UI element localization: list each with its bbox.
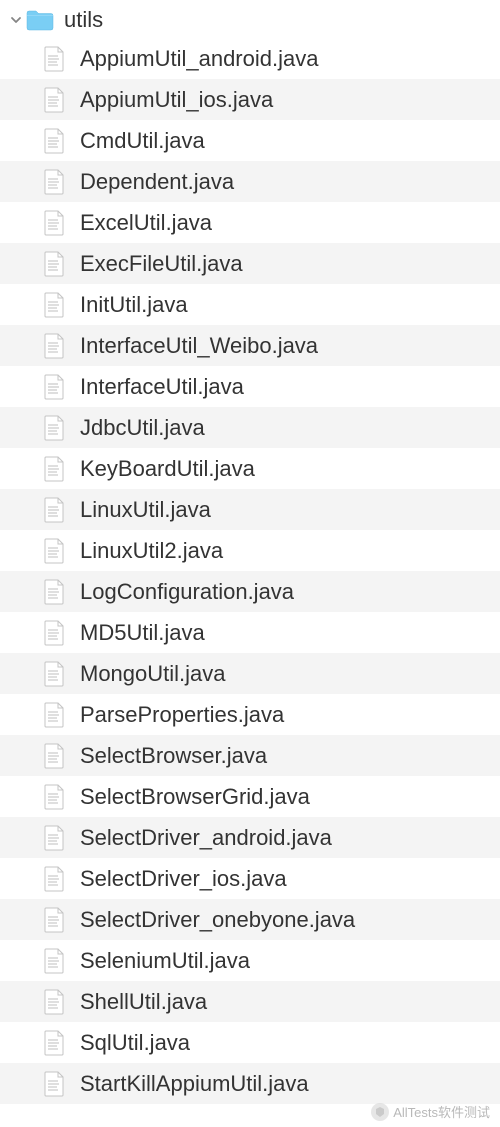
text-file-icon [42, 455, 66, 483]
file-row[interactable]: SqlUtil.java [0, 1022, 500, 1063]
text-file-icon [42, 619, 66, 647]
file-label: MongoUtil.java [80, 661, 226, 687]
file-label: MD5Util.java [80, 620, 205, 646]
file-row[interactable]: InterfaceUtil.java [0, 366, 500, 407]
file-row[interactable]: Dependent.java [0, 161, 500, 202]
file-row[interactable]: StartKillAppiumUtil.java [0, 1063, 500, 1104]
text-file-icon [42, 947, 66, 975]
text-file-icon [42, 332, 66, 360]
file-row[interactable]: MD5Util.java [0, 612, 500, 653]
text-file-icon [42, 906, 66, 934]
text-file-icon [42, 1029, 66, 1057]
folder-label: utils [64, 7, 103, 33]
file-label: JdbcUtil.java [80, 415, 205, 441]
file-label: ShellUtil.java [80, 989, 207, 1015]
file-label: SelectBrowserGrid.java [80, 784, 310, 810]
file-row[interactable]: ShellUtil.java [0, 981, 500, 1022]
text-file-icon [42, 496, 66, 524]
text-file-icon [42, 742, 66, 770]
file-label: SeleniumUtil.java [80, 948, 250, 974]
file-row[interactable]: InterfaceUtil_Weibo.java [0, 325, 500, 366]
text-file-icon [42, 783, 66, 811]
file-row[interactable]: SelectDriver_onebyone.java [0, 899, 500, 940]
file-label: InterfaceUtil_Weibo.java [80, 333, 318, 359]
text-file-icon [42, 414, 66, 442]
text-file-icon [42, 373, 66, 401]
file-row[interactable]: SelectBrowser.java [0, 735, 500, 776]
file-label: KeyBoardUtil.java [80, 456, 255, 482]
file-list: AppiumUtil_android.java AppiumUtil_ios.j… [0, 38, 500, 1104]
watermark-text: AllTests软件测试 [393, 1102, 490, 1121]
file-label: SelectDriver_onebyone.java [80, 907, 355, 933]
text-file-icon [42, 865, 66, 893]
text-file-icon [42, 537, 66, 565]
text-file-icon [42, 578, 66, 606]
file-label: StartKillAppiumUtil.java [80, 1071, 309, 1097]
file-row[interactable]: AppiumUtil_ios.java [0, 79, 500, 120]
file-label: SelectDriver_ios.java [80, 866, 287, 892]
file-row[interactable]: LogConfiguration.java [0, 571, 500, 612]
text-file-icon [42, 45, 66, 73]
file-row[interactable]: InitUtil.java [0, 284, 500, 325]
file-row[interactable]: CmdUtil.java [0, 120, 500, 161]
file-label: ExcelUtil.java [80, 210, 212, 236]
file-row[interactable]: ExcelUtil.java [0, 202, 500, 243]
watermark-icon [371, 1103, 389, 1121]
file-row[interactable]: ExecFileUtil.java [0, 243, 500, 284]
file-label: SelectBrowser.java [80, 743, 267, 769]
file-label: SelectDriver_android.java [80, 825, 332, 851]
file-row[interactable]: LinuxUtil2.java [0, 530, 500, 571]
watermark: AllTests软件测试 [371, 1102, 490, 1121]
text-file-icon [42, 250, 66, 278]
file-label: AppiumUtil_ios.java [80, 87, 273, 113]
text-file-icon [42, 168, 66, 196]
text-file-icon [42, 209, 66, 237]
file-row[interactable]: JdbcUtil.java [0, 407, 500, 448]
folder-row-utils[interactable]: utils [0, 2, 500, 38]
text-file-icon [42, 1070, 66, 1098]
folder-icon [26, 8, 54, 32]
file-label: Dependent.java [80, 169, 234, 195]
text-file-icon [42, 701, 66, 729]
file-label: InterfaceUtil.java [80, 374, 244, 400]
file-label: SqlUtil.java [80, 1030, 190, 1056]
file-label: ExecFileUtil.java [80, 251, 243, 277]
file-label: ParseProperties.java [80, 702, 284, 728]
file-label: CmdUtil.java [80, 128, 205, 154]
file-label: LinuxUtil.java [80, 497, 211, 523]
file-label: InitUtil.java [80, 292, 188, 318]
text-file-icon [42, 86, 66, 114]
file-row[interactable]: SeleniumUtil.java [0, 940, 500, 981]
file-label: AppiumUtil_android.java [80, 46, 318, 72]
file-row[interactable]: AppiumUtil_android.java [0, 38, 500, 79]
text-file-icon [42, 824, 66, 852]
file-row[interactable]: KeyBoardUtil.java [0, 448, 500, 489]
text-file-icon [42, 291, 66, 319]
file-row[interactable]: SelectDriver_ios.java [0, 858, 500, 899]
file-row[interactable]: SelectBrowserGrid.java [0, 776, 500, 817]
file-row[interactable]: SelectDriver_android.java [0, 817, 500, 858]
file-row[interactable]: MongoUtil.java [0, 653, 500, 694]
text-file-icon [42, 127, 66, 155]
text-file-icon [42, 660, 66, 688]
file-label: LogConfiguration.java [80, 579, 294, 605]
text-file-icon [42, 988, 66, 1016]
chevron-down-icon[interactable] [8, 12, 24, 28]
file-row[interactable]: ParseProperties.java [0, 694, 500, 735]
file-label: LinuxUtil2.java [80, 538, 223, 564]
file-row[interactable]: LinuxUtil.java [0, 489, 500, 530]
file-tree: utils AppiumUtil_android.java AppiumUtil… [0, 0, 500, 1104]
